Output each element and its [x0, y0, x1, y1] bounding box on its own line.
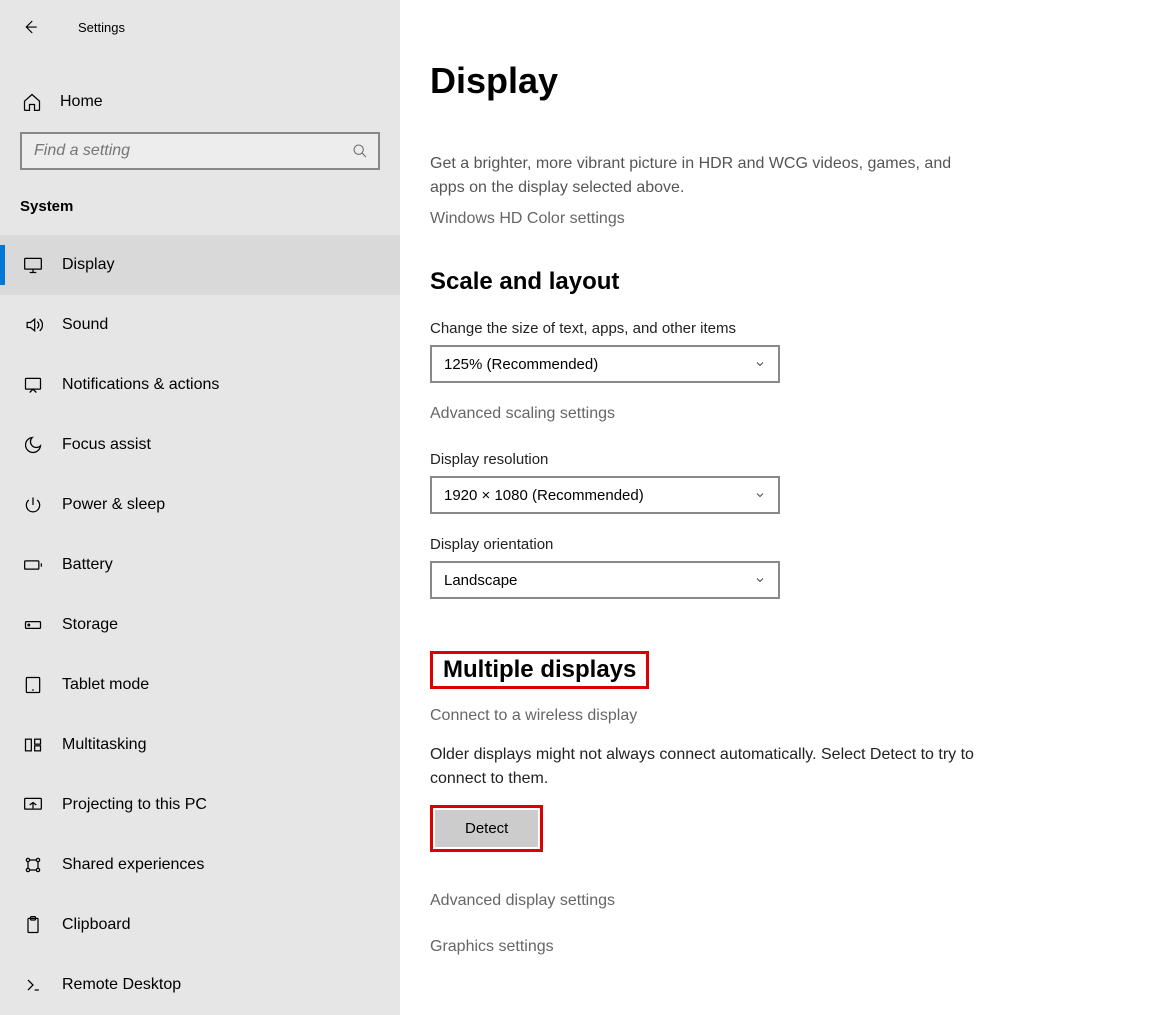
nav-display[interactable]: Display	[0, 235, 400, 295]
nav-remote[interactable]: Remote Desktop	[0, 955, 400, 1015]
tablet-icon	[22, 675, 44, 695]
chevron-down-icon	[754, 358, 766, 370]
projecting-icon	[22, 795, 44, 815]
nav-label: Remote Desktop	[62, 976, 181, 994]
nav-shared[interactable]: Shared experiences	[0, 835, 400, 895]
wireless-display-link[interactable]: Connect to a wireless display	[430, 707, 1128, 725]
orientation-value: Landscape	[444, 572, 517, 589]
nav-label: Storage	[62, 616, 118, 634]
scale-label: Change the size of text, apps, and other…	[430, 320, 1128, 337]
nav-focus[interactable]: Focus assist	[0, 415, 400, 475]
page-title: Display	[430, 60, 1128, 102]
orientation-dropdown[interactable]: Landscape	[430, 561, 780, 599]
nav-multitask[interactable]: Multitasking	[0, 715, 400, 775]
nav-label: Multitasking	[62, 736, 146, 754]
resolution-dropdown[interactable]: 1920 × 1080 (Recommended)	[430, 476, 780, 514]
battery-icon	[22, 555, 44, 575]
chevron-down-icon	[754, 574, 766, 586]
nav-label: Power & sleep	[62, 496, 165, 514]
resolution-label: Display resolution	[430, 451, 1128, 468]
nav-notifications[interactable]: Notifications & actions	[0, 355, 400, 415]
nav-tablet[interactable]: Tablet mode	[0, 655, 400, 715]
search-input[interactable]	[20, 132, 380, 170]
multiple-displays-heading: Multiple displays	[443, 656, 636, 684]
header: Settings	[0, 8, 400, 46]
nav-label: Clipboard	[62, 916, 130, 934]
shared-icon	[22, 855, 44, 875]
highlight-detect: Detect	[430, 805, 543, 852]
detect-button[interactable]: Detect	[435, 810, 538, 847]
nav-label: Projecting to this PC	[62, 796, 207, 814]
display-icon	[22, 255, 44, 275]
detect-description: Older displays might not always connect …	[430, 743, 1000, 791]
nav-battery[interactable]: Battery	[0, 535, 400, 595]
sound-icon	[22, 315, 44, 335]
nav-power[interactable]: Power & sleep	[0, 475, 400, 535]
nav-list: Display Sound Notifications & actions Fo…	[0, 235, 400, 1015]
nav-clipboard[interactable]: Clipboard	[0, 895, 400, 955]
scale-dropdown[interactable]: 125% (Recommended)	[430, 345, 780, 383]
scale-heading: Scale and layout	[430, 268, 1128, 296]
remote-icon	[22, 975, 44, 995]
highlight-multiple-displays: Multiple displays	[430, 651, 649, 689]
back-button[interactable]	[20, 17, 40, 37]
notifications-icon	[22, 375, 44, 395]
resolution-value: 1920 × 1080 (Recommended)	[444, 487, 644, 504]
clipboard-icon	[22, 915, 44, 935]
search-wrap	[0, 132, 400, 170]
intro-text: Get a brighter, more vibrant picture in …	[430, 152, 990, 200]
nav-label: Display	[62, 256, 114, 274]
home-nav[interactable]: Home	[0, 74, 400, 130]
window-title: Settings	[78, 20, 125, 35]
focus-icon	[22, 435, 44, 455]
home-label: Home	[60, 93, 103, 111]
graphics-settings-link[interactable]: Graphics settings	[430, 938, 1128, 956]
search-icon	[352, 143, 368, 159]
nav-label: Tablet mode	[62, 676, 149, 694]
advanced-display-link[interactable]: Advanced display settings	[430, 892, 1128, 910]
category-label: System	[0, 188, 400, 235]
advanced-scaling-link[interactable]: Advanced scaling settings	[430, 405, 1128, 423]
nav-label: Shared experiences	[62, 856, 204, 874]
nav-storage[interactable]: Storage	[0, 595, 400, 655]
nav-label: Sound	[62, 316, 108, 334]
nav-label: Notifications & actions	[62, 376, 219, 394]
nav-label: Focus assist	[62, 436, 151, 454]
nav-projecting[interactable]: Projecting to this PC	[0, 775, 400, 835]
scale-value: 125% (Recommended)	[444, 356, 598, 373]
nav-label: Battery	[62, 556, 113, 574]
storage-icon	[22, 615, 44, 635]
chevron-down-icon	[754, 489, 766, 501]
sidebar: Settings Home System Display Sound	[0, 0, 400, 1015]
nav-sound[interactable]: Sound	[0, 295, 400, 355]
orientation-label: Display orientation	[430, 536, 1128, 553]
power-icon	[22, 495, 44, 515]
hd-color-link[interactable]: Windows HD Color settings	[430, 210, 1128, 228]
multitask-icon	[22, 735, 44, 755]
home-icon	[22, 92, 42, 112]
back-arrow-icon	[21, 18, 39, 36]
main-content: Display Get a brighter, more vibrant pic…	[400, 0, 1158, 1015]
